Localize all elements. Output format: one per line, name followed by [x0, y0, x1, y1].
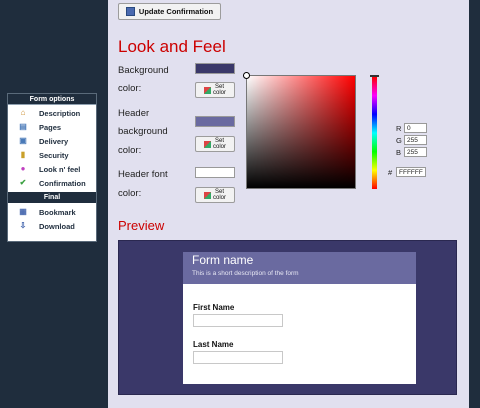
- picker-handle[interactable]: [243, 72, 250, 79]
- g-input[interactable]: 255: [404, 135, 427, 145]
- page-title: Look and Feel: [118, 37, 226, 56]
- hue-slider[interactable]: [370, 75, 379, 189]
- form-preview-header: Form name This is a short description of…: [183, 252, 416, 284]
- sidebar-item-description[interactable]: ⌂ Description: [8, 106, 96, 120]
- sidebar-item-pages[interactable]: ▤ Pages: [8, 120, 96, 134]
- header-background-label: Header: [118, 108, 150, 119]
- background-color-label: Background: [118, 65, 169, 76]
- sidebar-item-label: Confirmation: [39, 178, 86, 188]
- background-color-swatch[interactable]: [195, 63, 235, 74]
- set-header-background-button[interactable]: Set color: [195, 136, 235, 152]
- header-font-label: Header font: [118, 169, 168, 180]
- set-header-font-button[interactable]: Set color: [195, 187, 235, 203]
- save-icon: [125, 7, 135, 16]
- sidebar-item-delivery[interactable]: ▣ Delivery: [8, 134, 96, 148]
- background-color-label: color:: [118, 83, 142, 94]
- sidebar-item-look-n-feel[interactable]: ● Look n' feel: [8, 162, 96, 176]
- sidebar-item-label: Bookmark: [39, 207, 76, 217]
- b-input[interactable]: 255: [404, 147, 427, 157]
- first-name-label: First Name: [193, 303, 235, 312]
- header-font-label: color:: [118, 188, 142, 199]
- lock-icon: ▮: [20, 150, 26, 159]
- sidebar-item-confirmation[interactable]: ✔ Confirmation: [8, 176, 96, 190]
- color-label: color: [212, 195, 226, 201]
- first-name-input[interactable]: [193, 314, 283, 327]
- sidebar-final-header: Final: [8, 192, 96, 203]
- last-name-input[interactable]: [193, 351, 283, 364]
- r-label: R: [396, 124, 402, 133]
- check-icon: ✔: [19, 178, 27, 187]
- main-content: Update Confirmation Look and Feel Backgr…: [108, 0, 469, 408]
- color-icon: [203, 140, 211, 148]
- last-name-label: Last Name: [193, 340, 234, 349]
- sidebar-item-download[interactable]: ⇩ Download: [8, 219, 96, 233]
- form-name: Form name: [192, 253, 254, 267]
- right-background: [469, 0, 480, 408]
- header-background-swatch[interactable]: [195, 116, 235, 127]
- pages-icon: ▤: [19, 122, 27, 131]
- update-confirmation-label: Update Confirmation: [138, 7, 214, 16]
- sidebar-item-security[interactable]: ▮ Security: [8, 148, 96, 162]
- header-background-label: color:: [118, 145, 142, 156]
- delivery-icon: ▣: [19, 136, 27, 145]
- g-label: G: [396, 136, 402, 145]
- color-gradient-picker[interactable]: [243, 72, 356, 189]
- sidebar-item-label: Pages: [39, 122, 62, 132]
- sidebar-item-label: Delivery: [39, 136, 69, 146]
- hex-label: #: [388, 168, 393, 177]
- b-label: B: [396, 148, 402, 157]
- header-font-swatch[interactable]: [195, 167, 235, 178]
- header-background-label: background: [118, 126, 168, 137]
- form-options-sidebar: Form options ⌂ Description ▤ Pages ▣ Del…: [7, 93, 97, 242]
- form-preview-body: First Name Last Name: [183, 284, 416, 384]
- preview-title: Preview: [118, 218, 165, 233]
- sidebar-item-label: Security: [39, 150, 69, 160]
- palette-icon: ●: [20, 164, 26, 173]
- house-icon: ⌂: [20, 108, 26, 117]
- download-icon: ⇩: [19, 221, 27, 230]
- r-input[interactable]: 0: [404, 123, 427, 133]
- color-icon: [203, 86, 211, 94]
- sidebar-header: Form options: [8, 94, 96, 105]
- form-preview: Form name This is a short description of…: [118, 240, 457, 395]
- form-description: This is a short description of the form: [192, 270, 299, 277]
- sidebar-item-label: Look n' feel: [39, 164, 81, 174]
- hue-slider-handle[interactable]: [370, 75, 379, 77]
- set-background-color-button[interactable]: Set color: [195, 82, 235, 98]
- sidebar-item-label: Download: [39, 221, 75, 231]
- bookmark-icon: ▦: [19, 207, 27, 216]
- update-confirmation-button[interactable]: Update Confirmation: [118, 3, 221, 20]
- sidebar-item-label: Description: [39, 108, 81, 118]
- color-label: color: [212, 90, 226, 96]
- color-icon: [203, 191, 211, 199]
- color-label: color: [212, 144, 226, 150]
- sidebar-item-bookmark[interactable]: ▦ Bookmark: [8, 205, 96, 219]
- hex-input[interactable]: FFFFFF: [396, 167, 426, 177]
